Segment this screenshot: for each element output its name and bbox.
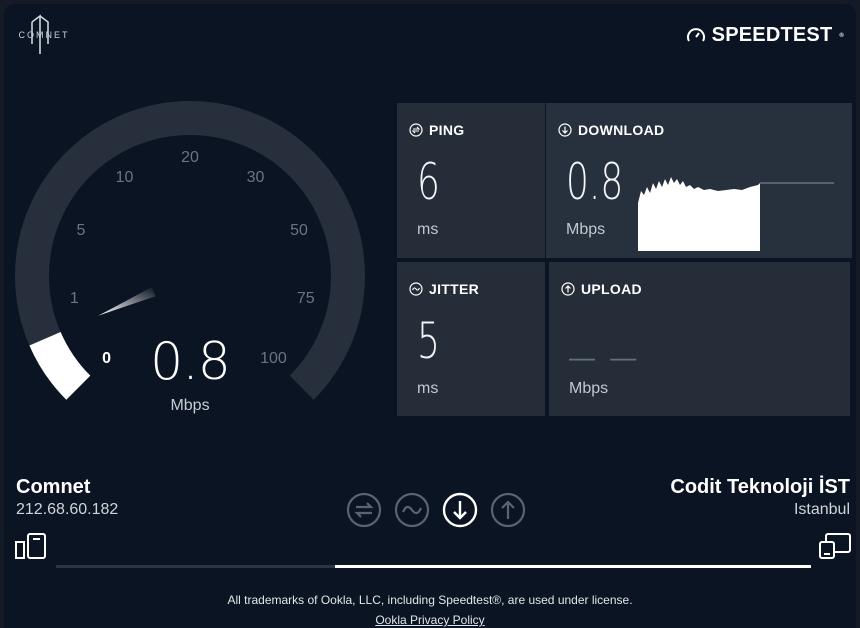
test-progress-fill bbox=[335, 565, 811, 568]
ping-unit: ms bbox=[417, 221, 439, 238]
comnet-logo-icon: COMNET bbox=[18, 14, 70, 58]
isp-info: Comnet 212.68.60.182 bbox=[16, 476, 118, 519]
upload-value: — — bbox=[569, 342, 641, 372]
jitter-label: JITTER bbox=[429, 281, 480, 297]
download-speed-graph bbox=[638, 177, 834, 251]
jitter-icon bbox=[409, 282, 423, 296]
gauge-tick-100: 100 bbox=[260, 350, 287, 368]
ping-icon bbox=[409, 123, 423, 137]
server-info[interactable]: Codit Teknoloji İST Istanbul bbox=[670, 476, 850, 519]
gauge-tick-0: 0 bbox=[102, 350, 111, 368]
download-icon bbox=[558, 123, 572, 137]
upload-icon bbox=[561, 282, 575, 296]
provider-logo-text: COMNET bbox=[18, 30, 70, 40]
gauge-tick-10: 10 bbox=[115, 168, 134, 186]
download-unit: Mbps bbox=[566, 221, 606, 238]
isp-ip: 212.68.60.182 bbox=[16, 501, 119, 518]
isp-name: Comnet bbox=[16, 476, 91, 498]
upload-card: UPLOAD — — Mbps bbox=[549, 262, 850, 416]
ping-stage-icon bbox=[346, 492, 382, 528]
jitter-card: JITTER 5 ms bbox=[397, 262, 545, 416]
gauge-tick-30: 30 bbox=[246, 168, 265, 186]
trademark-notice: All trademarks of Ookla, LLC, including … bbox=[227, 593, 633, 607]
server-location: Istanbul bbox=[793, 501, 850, 518]
upload-unit: Mbps bbox=[569, 380, 609, 397]
gauge-tick-75: 75 bbox=[296, 290, 315, 308]
gauge-tick-5: 5 bbox=[76, 221, 86, 239]
download-stage-icon bbox=[442, 492, 478, 528]
brand-name: SPEEDTEST bbox=[711, 24, 833, 46]
gauge-fill bbox=[29, 331, 91, 400]
download-card: DOWNLOAD 0.8 Mbps bbox=[546, 103, 852, 258]
privacy-policy-link[interactable]: Ookla Privacy Policy bbox=[0, 613, 860, 627]
upload-stage-icon bbox=[490, 492, 526, 528]
speedometer-icon bbox=[686, 27, 705, 41]
ping-label: PING bbox=[429, 122, 465, 138]
gauge-unit: Mbps bbox=[170, 397, 210, 414]
server-icon bbox=[819, 533, 851, 559]
speedtest-brand: SPEEDTEST ® bbox=[686, 24, 844, 47]
gauge-value: 0.8 bbox=[150, 332, 231, 392]
gauge-tick-50: 50 bbox=[290, 221, 308, 239]
ping-value: 6 bbox=[417, 153, 440, 211]
gauge-tick-20: 20 bbox=[181, 149, 199, 166]
device-icon bbox=[15, 533, 46, 559]
upload-label: UPLOAD bbox=[581, 281, 642, 297]
jitter-stage-icon bbox=[394, 492, 430, 528]
server-name[interactable]: Codit Teknoloji İST bbox=[670, 476, 850, 499]
download-label: DOWNLOAD bbox=[578, 122, 665, 138]
jitter-value: 5 bbox=[417, 312, 440, 370]
gauge-needle bbox=[98, 287, 156, 316]
jitter-unit: ms bbox=[417, 380, 439, 397]
test-stages bbox=[346, 492, 526, 528]
gauge-tick-1: 1 bbox=[69, 290, 79, 308]
download-value: 0.8 bbox=[566, 153, 624, 211]
ping-card: PING 6 ms bbox=[397, 103, 545, 258]
